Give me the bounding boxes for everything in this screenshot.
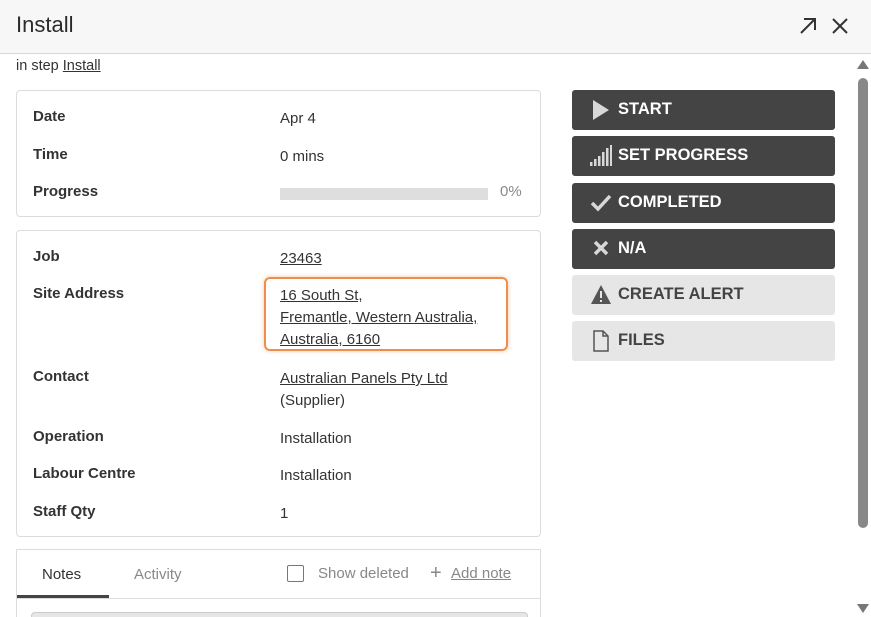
set-progress-button[interactable]: SET PROGRESS <box>572 136 835 176</box>
checkmark-icon <box>590 192 612 214</box>
labour-centre-value: Installation <box>280 467 352 484</box>
signal-bars-icon <box>590 145 612 167</box>
summary-card: Date Apr 4 Time 0 mins Progress 0% <box>16 90 541 217</box>
completed-button[interactable]: COMPLETED <box>572 183 835 223</box>
warning-icon <box>590 284 612 306</box>
step-link[interactable]: Install <box>63 58 101 74</box>
address-line[interactable]: 16 South St, <box>280 285 524 307</box>
na-button[interactable]: N/A <box>572 229 835 269</box>
file-icon <box>590 330 612 352</box>
progress-label: Progress <box>33 183 99 200</box>
expand-icon[interactable] <box>796 14 820 38</box>
details-card: Job 23463 Site Address 16 South St, Frem… <box>16 230 541 537</box>
scroll-thumb[interactable] <box>858 78 868 528</box>
set-progress-label: SET PROGRESS <box>618 146 749 164</box>
dialog-header: Install <box>0 0 871 54</box>
contact-link[interactable]: Australian Panels Pty Ltd <box>280 368 448 390</box>
labour-centre-label: Labour Centre <box>33 465 136 482</box>
address-line[interactable]: Australia, 6160 <box>280 329 524 351</box>
vertical-scrollbar[interactable] <box>855 56 871 617</box>
na-label: N/A <box>618 239 647 257</box>
operation-label: Operation <box>33 428 104 445</box>
step-breadcrumb: in step Install <box>16 58 101 74</box>
show-deleted-label: Show deleted <box>318 565 409 582</box>
staff-qty-label: Staff Qty <box>33 503 96 520</box>
date-label: Date <box>33 108 66 125</box>
contact-label: Contact <box>33 368 89 385</box>
staff-qty-value: 1 <box>280 505 289 522</box>
scroll-up-icon[interactable] <box>857 60 869 69</box>
time-value: 0 mins <box>280 148 325 165</box>
operation-value: Installation <box>280 430 352 447</box>
progress-bar <box>280 188 488 200</box>
site-address-label: Site Address <box>33 285 125 302</box>
tab-activity[interactable]: Activity <box>134 566 182 583</box>
play-icon <box>590 99 612 121</box>
tabs-divider <box>17 598 540 599</box>
notes-panel: Notes Activity Show deleted + Add note <box>16 549 541 617</box>
completed-label: COMPLETED <box>618 193 722 211</box>
dialog-title: Install <box>16 12 74 37</box>
start-button[interactable]: START <box>572 90 835 130</box>
address-line[interactable]: Fremantle, Western Australia, <box>280 307 524 329</box>
create-alert-button[interactable]: CREATE ALERT <box>572 275 835 315</box>
show-deleted-checkbox[interactable] <box>287 565 304 582</box>
plus-icon[interactable]: + <box>430 562 442 585</box>
x-icon <box>590 238 612 260</box>
files-label: FILES <box>618 331 665 349</box>
close-icon[interactable] <box>828 14 852 38</box>
time-label: Time <box>33 146 68 163</box>
tab-notes[interactable]: Notes <box>42 566 81 583</box>
step-prefix: in step <box>16 58 59 74</box>
site-address-link[interactable]: 16 South St, Fremantle, Western Australi… <box>280 285 524 351</box>
scroll-down-icon[interactable] <box>857 604 869 613</box>
start-label: START <box>618 100 672 118</box>
create-alert-label: CREATE ALERT <box>618 285 744 303</box>
add-note-link[interactable]: Add note <box>451 565 511 582</box>
contact-type: (Supplier) <box>280 392 346 409</box>
progress-percent: 0% <box>500 183 522 200</box>
date-value: Apr 4 <box>280 110 316 127</box>
notes-input-area[interactable] <box>31 612 528 617</box>
files-button[interactable]: FILES <box>572 321 835 361</box>
job-link[interactable]: 23463 <box>280 250 322 267</box>
job-label: Job <box>33 248 60 265</box>
